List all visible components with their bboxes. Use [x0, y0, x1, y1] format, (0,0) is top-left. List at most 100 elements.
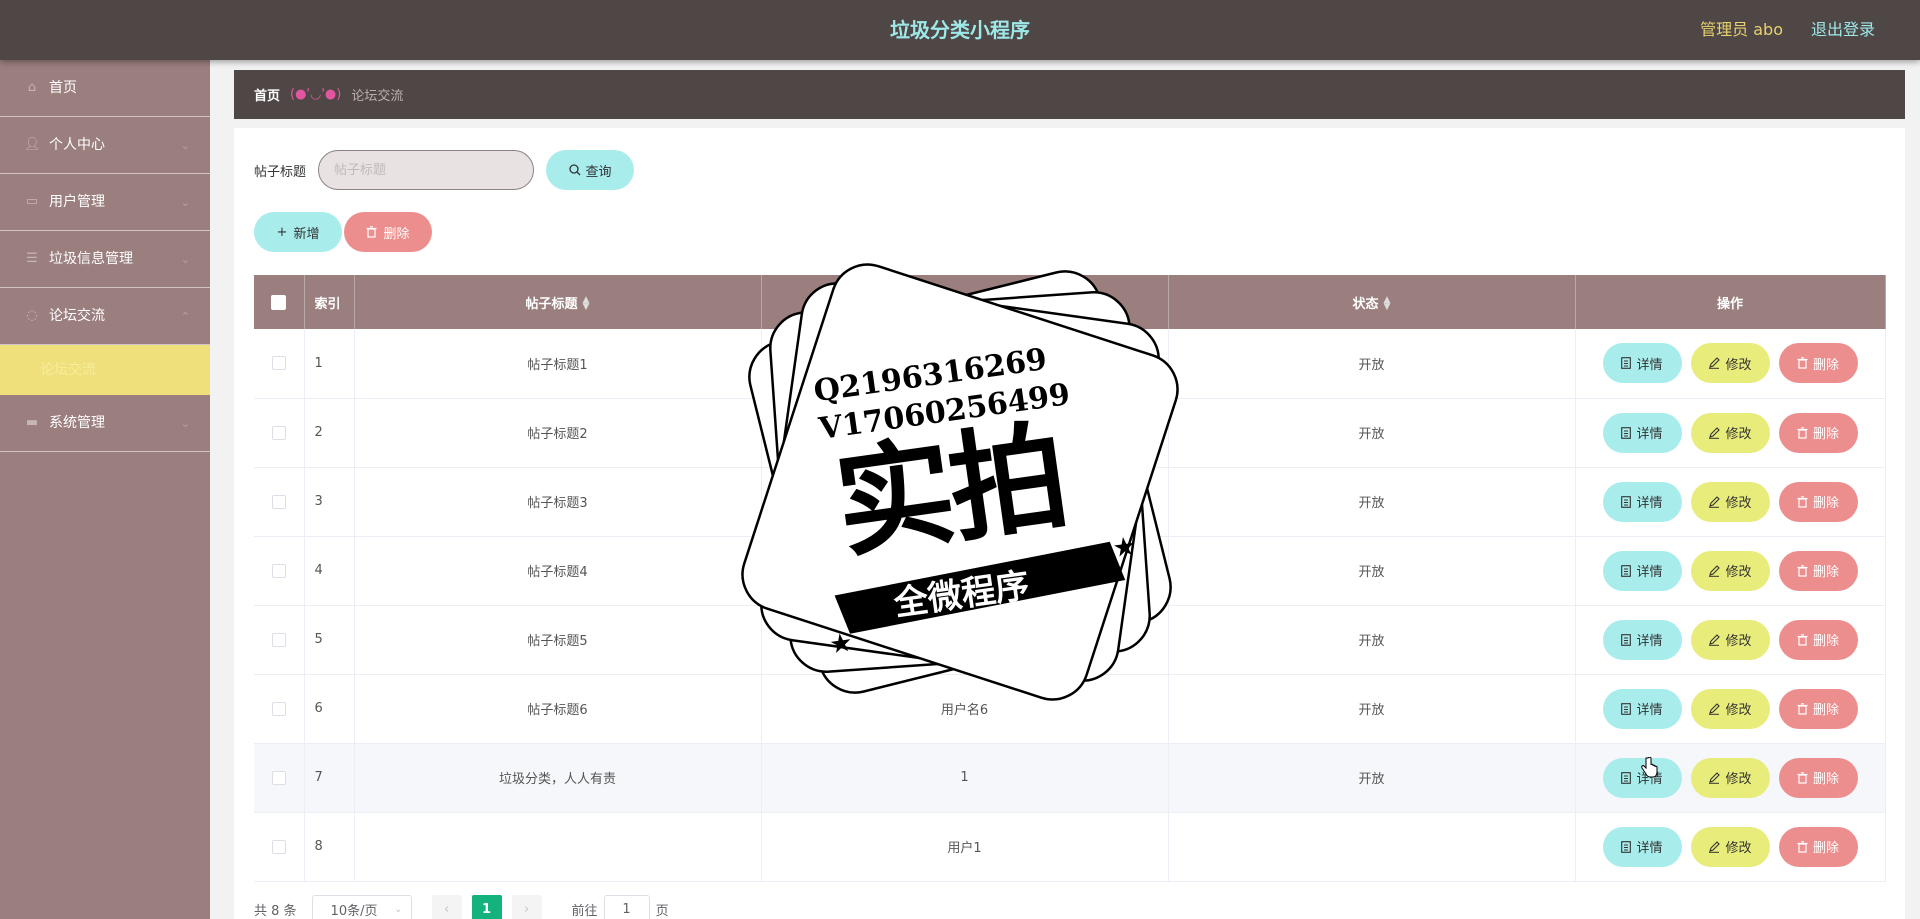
- delete-button[interactable]: 删除: [1778, 826, 1858, 867]
- column-header-status[interactable]: 状态 ▲ ▼: [1168, 275, 1576, 329]
- edit-button[interactable]: 修改: [1690, 688, 1770, 729]
- row-checkbox[interactable]: [271, 356, 286, 371]
- query-button[interactable]: 查询: [546, 150, 635, 190]
- detail-button[interactable]: 详情: [1602, 688, 1682, 729]
- main-content: 首页 (●'◡'●) 论坛交流 帖子标题 查询 + 新增 删除: [210, 60, 1920, 919]
- next-page-button[interactable]: ›: [511, 895, 542, 919]
- chat-icon: ◌: [26, 308, 38, 323]
- row-checkbox[interactable]: [271, 770, 286, 785]
- home-icon: ⌂: [27, 80, 37, 95]
- row-select-cell: [254, 743, 305, 813]
- sidebar-item-system[interactable]: ▬ 系统管理 ⌄: [0, 395, 210, 452]
- table-row: 4 帖子标题4 用户名4 开放 详情 修改 删除: [254, 536, 1886, 606]
- sort-icon[interactable]: ▲ ▼: [983, 296, 990, 312]
- edit-button[interactable]: 修改: [1690, 481, 1770, 522]
- chevron-right-icon: ›: [523, 901, 530, 917]
- table-body: 1 帖子标题1 用户名1 开放 详情 修改 删除 2 帖子标题2 用户名2 开放…: [254, 329, 1886, 882]
- select-all-checkbox[interactable]: [271, 294, 287, 310]
- delete-button-label: 删除: [1812, 634, 1839, 649]
- content-panel: 帖子标题 查询 + 新增 删除 索引: [234, 128, 1905, 919]
- table-row: 6 帖子标题6 用户名6 开放 详情 修改 删除: [254, 674, 1886, 744]
- edit-button[interactable]: 修改: [1690, 826, 1770, 867]
- page-size-select[interactable]: 10条/页 ⌄: [311, 895, 412, 919]
- row-title: 垃圾分类，人人有责: [354, 743, 762, 813]
- delete-button[interactable]: 删除: [1778, 688, 1858, 729]
- column-header-username-label: 用户名: [939, 296, 979, 312]
- logout-link[interactable]: 退出登录: [1811, 0, 1875, 60]
- edit-button[interactable]: 修改: [1690, 412, 1770, 453]
- delete-button-label: 删除: [1812, 427, 1839, 442]
- detail-button-label: 详情: [1636, 565, 1663, 580]
- row-username: 用户名4: [761, 536, 1169, 606]
- detail-button[interactable]: 详情: [1602, 481, 1682, 522]
- sidebar-item-garbage-info[interactable]: ☰ 垃圾信息管理 ⌄: [0, 231, 210, 288]
- page-number-button[interactable]: 1: [471, 895, 502, 919]
- row-checkbox[interactable]: [271, 632, 286, 647]
- sidebar-item-home[interactable]: ⌂ 首页: [0, 60, 210, 117]
- delete-button-label: 删除: [1812, 496, 1839, 511]
- row-index: 1: [304, 329, 355, 399]
- delete-button[interactable]: 删除: [1778, 757, 1858, 798]
- edit-button[interactable]: 修改: [1690, 619, 1770, 660]
- document-icon: [1621, 702, 1632, 715]
- row-operations: 详情 修改 删除: [1575, 329, 1886, 399]
- table-row: 1 帖子标题1 用户名1 开放 详情 修改 删除: [254, 329, 1886, 399]
- column-header-username[interactable]: 用户名 ▲ ▼: [761, 275, 1169, 329]
- edit-button[interactable]: 修改: [1690, 757, 1770, 798]
- edit-button[interactable]: 修改: [1690, 343, 1770, 384]
- sidebar-item-label: 系统管理: [49, 414, 105, 431]
- sidebar-item-forum[interactable]: ◌ 论坛交流 ⌃: [0, 288, 210, 345]
- page-size-value: 10条/页: [330, 903, 378, 919]
- breadcrumb-home[interactable]: 首页: [254, 85, 280, 104]
- edit-icon: [1709, 702, 1721, 715]
- edit-button[interactable]: 修改: [1690, 550, 1770, 591]
- row-username: 用户名3: [761, 467, 1169, 537]
- row-title: 帖子标题5: [354, 605, 762, 675]
- edit-button-label: 修改: [1725, 841, 1752, 856]
- edit-icon: [1709, 357, 1721, 370]
- batch-delete-label: 删除: [383, 226, 410, 242]
- row-checkbox[interactable]: [271, 425, 286, 440]
- delete-button[interactable]: 删除: [1778, 343, 1858, 384]
- row-title: 帖子标题4: [354, 536, 762, 606]
- table-row: 5 帖子标题5 用户名5 开放 详情 修改 删除: [254, 605, 1886, 675]
- goto-page-input[interactable]: [603, 895, 650, 919]
- row-checkbox[interactable]: [271, 839, 286, 854]
- row-checkbox[interactable]: [271, 563, 286, 578]
- sort-icon[interactable]: ▲ ▼: [583, 296, 590, 312]
- delete-button[interactable]: 删除: [1778, 412, 1858, 453]
- forum-table: 索引 帖子标题 ▲ ▼ 用户名 ▲ ▼ 状态 ▲ ▼ 操作 1 帖子标题1 用户名1 开放 …: [254, 275, 1886, 882]
- user-icon: 👤︎: [24, 137, 41, 152]
- add-button[interactable]: + 新增: [254, 212, 342, 252]
- row-operations: 详情 修改 删除: [1575, 467, 1886, 537]
- detail-button-label: 详情: [1636, 703, 1663, 718]
- prev-page-button[interactable]: ‹: [431, 895, 462, 919]
- row-operations: 详情 修改 删除: [1575, 674, 1886, 744]
- table-header-row: 索引 帖子标题 ▲ ▼ 用户名 ▲ ▼ 状态 ▲ ▼ 操作: [254, 275, 1886, 329]
- sort-icon[interactable]: ▲ ▼: [1384, 296, 1391, 312]
- detail-button[interactable]: 详情: [1602, 619, 1682, 660]
- row-checkbox[interactable]: [271, 701, 286, 716]
- edit-button-label: 修改: [1725, 703, 1752, 718]
- table-row: 3 帖子标题3 用户名3 开放 详情 修改 删除: [254, 467, 1886, 537]
- row-username: 用户1: [761, 812, 1169, 882]
- search-input[interactable]: [318, 150, 535, 190]
- detail-button[interactable]: 详情: [1602, 343, 1682, 384]
- hand-cursor-icon: [1641, 757, 1658, 778]
- edit-icon: [1709, 564, 1721, 577]
- detail-button[interactable]: 详情: [1602, 412, 1682, 453]
- sidebar-item-user-management[interactable]: ▭ 用户管理 ⌄: [0, 174, 210, 231]
- delete-button[interactable]: 删除: [1778, 481, 1858, 522]
- row-checkbox[interactable]: [271, 494, 286, 509]
- delete-button[interactable]: 删除: [1778, 619, 1858, 660]
- row-title: 帖子标题2: [354, 398, 762, 468]
- sidebar-subitem-forum[interactable]: 论坛交流: [0, 345, 210, 395]
- sidebar-item-personal-center[interactable]: 👤︎ 个人中心 ⌄: [0, 117, 210, 174]
- batch-delete-button[interactable]: 删除: [344, 212, 432, 252]
- row-select-cell: [254, 398, 305, 468]
- delete-button[interactable]: 删除: [1778, 550, 1858, 591]
- detail-button[interactable]: 详情: [1602, 826, 1682, 867]
- column-header-title[interactable]: 帖子标题 ▲ ▼: [354, 275, 762, 329]
- detail-button[interactable]: 详情: [1602, 550, 1682, 591]
- edit-button-label: 修改: [1725, 427, 1752, 442]
